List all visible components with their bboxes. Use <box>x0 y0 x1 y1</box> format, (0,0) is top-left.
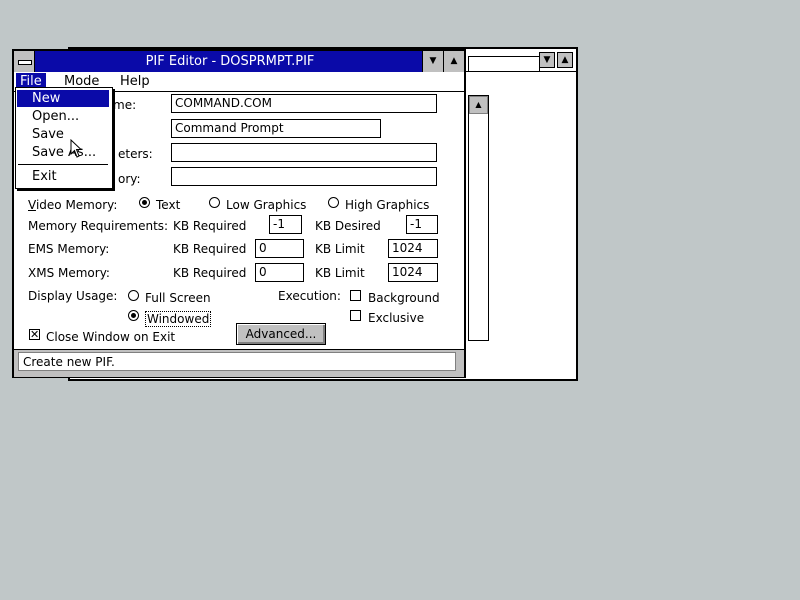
system-menu-button[interactable] <box>14 51 35 72</box>
video-high-graphics-radio[interactable] <box>328 197 339 208</box>
status-area: Create new PIF. <box>14 349 464 377</box>
maximize-button[interactable]: ▲ <box>443 51 464 72</box>
exclusive-checkbox[interactable] <box>350 310 361 321</box>
video-text-radio[interactable] <box>139 197 150 208</box>
close-on-exit-checkbox[interactable]: ✕ <box>29 329 40 340</box>
status-text: Create new PIF. <box>18 352 456 371</box>
mem-kb-desired-label: KB Desired <box>315 219 381 233</box>
optional-parameters-field[interactable] <box>171 143 437 162</box>
file-menu-exit[interactable]: Exit <box>17 168 109 185</box>
background-label: Background <box>368 291 440 305</box>
memory-requirements-label: Memory Requirements: <box>28 219 169 233</box>
ems-kb-limit-label: KB Limit <box>315 242 365 256</box>
window-title-field[interactable]: Command Prompt <box>171 119 381 138</box>
display-usage-label: Display Usage: <box>28 289 118 303</box>
mouse-cursor-icon <box>70 139 83 158</box>
ems-kb-required-field[interactable]: 0 <box>255 239 304 258</box>
background-maximize-button[interactable]: ▲ <box>557 52 573 68</box>
optional-parameters-label: eters: <box>118 147 153 161</box>
background-minimize-button[interactable]: ▼ <box>539 52 555 68</box>
video-low-graphics-label: Low Graphics <box>226 198 307 212</box>
file-menu-save-as[interactable]: Save As... <box>17 144 109 161</box>
xms-kb-required-label: KB Required <box>173 266 247 280</box>
windowed-radio[interactable] <box>128 310 139 321</box>
background-scrollbar[interactable]: ▲ <box>468 95 489 341</box>
menu-separator <box>18 164 108 165</box>
program-filename-label: me: <box>113 98 137 112</box>
minimize-button[interactable]: ▼ <box>422 51 443 72</box>
system-menu-icon <box>18 60 32 65</box>
advanced-button[interactable]: Advanced... <box>236 323 326 345</box>
menu-help-label: Help <box>120 74 150 89</box>
video-high-graphics-label: High Graphics <box>345 198 430 212</box>
startup-directory-label: ory: <box>118 172 141 186</box>
full-screen-radio[interactable] <box>128 290 139 301</box>
minimize-icon: ▼ <box>429 56 437 66</box>
file-menu-new[interactable]: New <box>17 90 109 107</box>
full-screen-label: Full Screen <box>145 291 211 305</box>
video-text-label: Text <box>156 198 181 212</box>
window-title: PIF Editor - DOSPRMPT.PIF <box>145 54 315 69</box>
close-on-exit-label: Close Window on Exit <box>46 330 176 344</box>
background-dropdown[interactable] <box>468 56 540 72</box>
title-bar: PIF Editor - DOSPRMPT.PIF ▼ ▲ <box>14 51 464 73</box>
mem-kb-required-field[interactable]: -1 <box>269 215 302 234</box>
mem-kb-required-label: KB Required <box>173 219 247 233</box>
menu-help[interactable]: Help <box>116 73 154 90</box>
xms-kb-limit-field[interactable]: 1024 <box>388 263 438 282</box>
video-memory-label: Video Memory: <box>28 198 118 212</box>
execution-label: Execution: <box>278 289 341 303</box>
xms-kb-required-field[interactable]: 0 <box>255 263 304 282</box>
exclusive-label: Exclusive <box>368 311 425 325</box>
file-dropdown-menu: New Open... Save Save As... Exit <box>15 87 113 189</box>
file-menu-save[interactable]: Save <box>17 126 109 143</box>
xms-kb-limit-label: KB Limit <box>315 266 365 280</box>
windowed-label: Windowed <box>145 311 212 327</box>
maximize-icon: ▲ <box>450 56 458 66</box>
scroll-up-icon[interactable]: ▲ <box>469 96 488 114</box>
ems-kb-required-label: KB Required <box>173 242 247 256</box>
ems-kb-limit-field[interactable]: 1024 <box>388 239 438 258</box>
mem-kb-desired-field[interactable]: -1 <box>406 215 438 234</box>
program-filename-field[interactable]: COMMAND.COM <box>171 94 437 113</box>
xms-memory-label: XMS Memory: <box>28 266 110 280</box>
ems-memory-label: EMS Memory: <box>28 242 110 256</box>
video-low-graphics-radio[interactable] <box>209 197 220 208</box>
startup-directory-field[interactable] <box>171 167 437 186</box>
file-menu-open[interactable]: Open... <box>17 108 109 125</box>
background-checkbox[interactable] <box>350 290 361 301</box>
